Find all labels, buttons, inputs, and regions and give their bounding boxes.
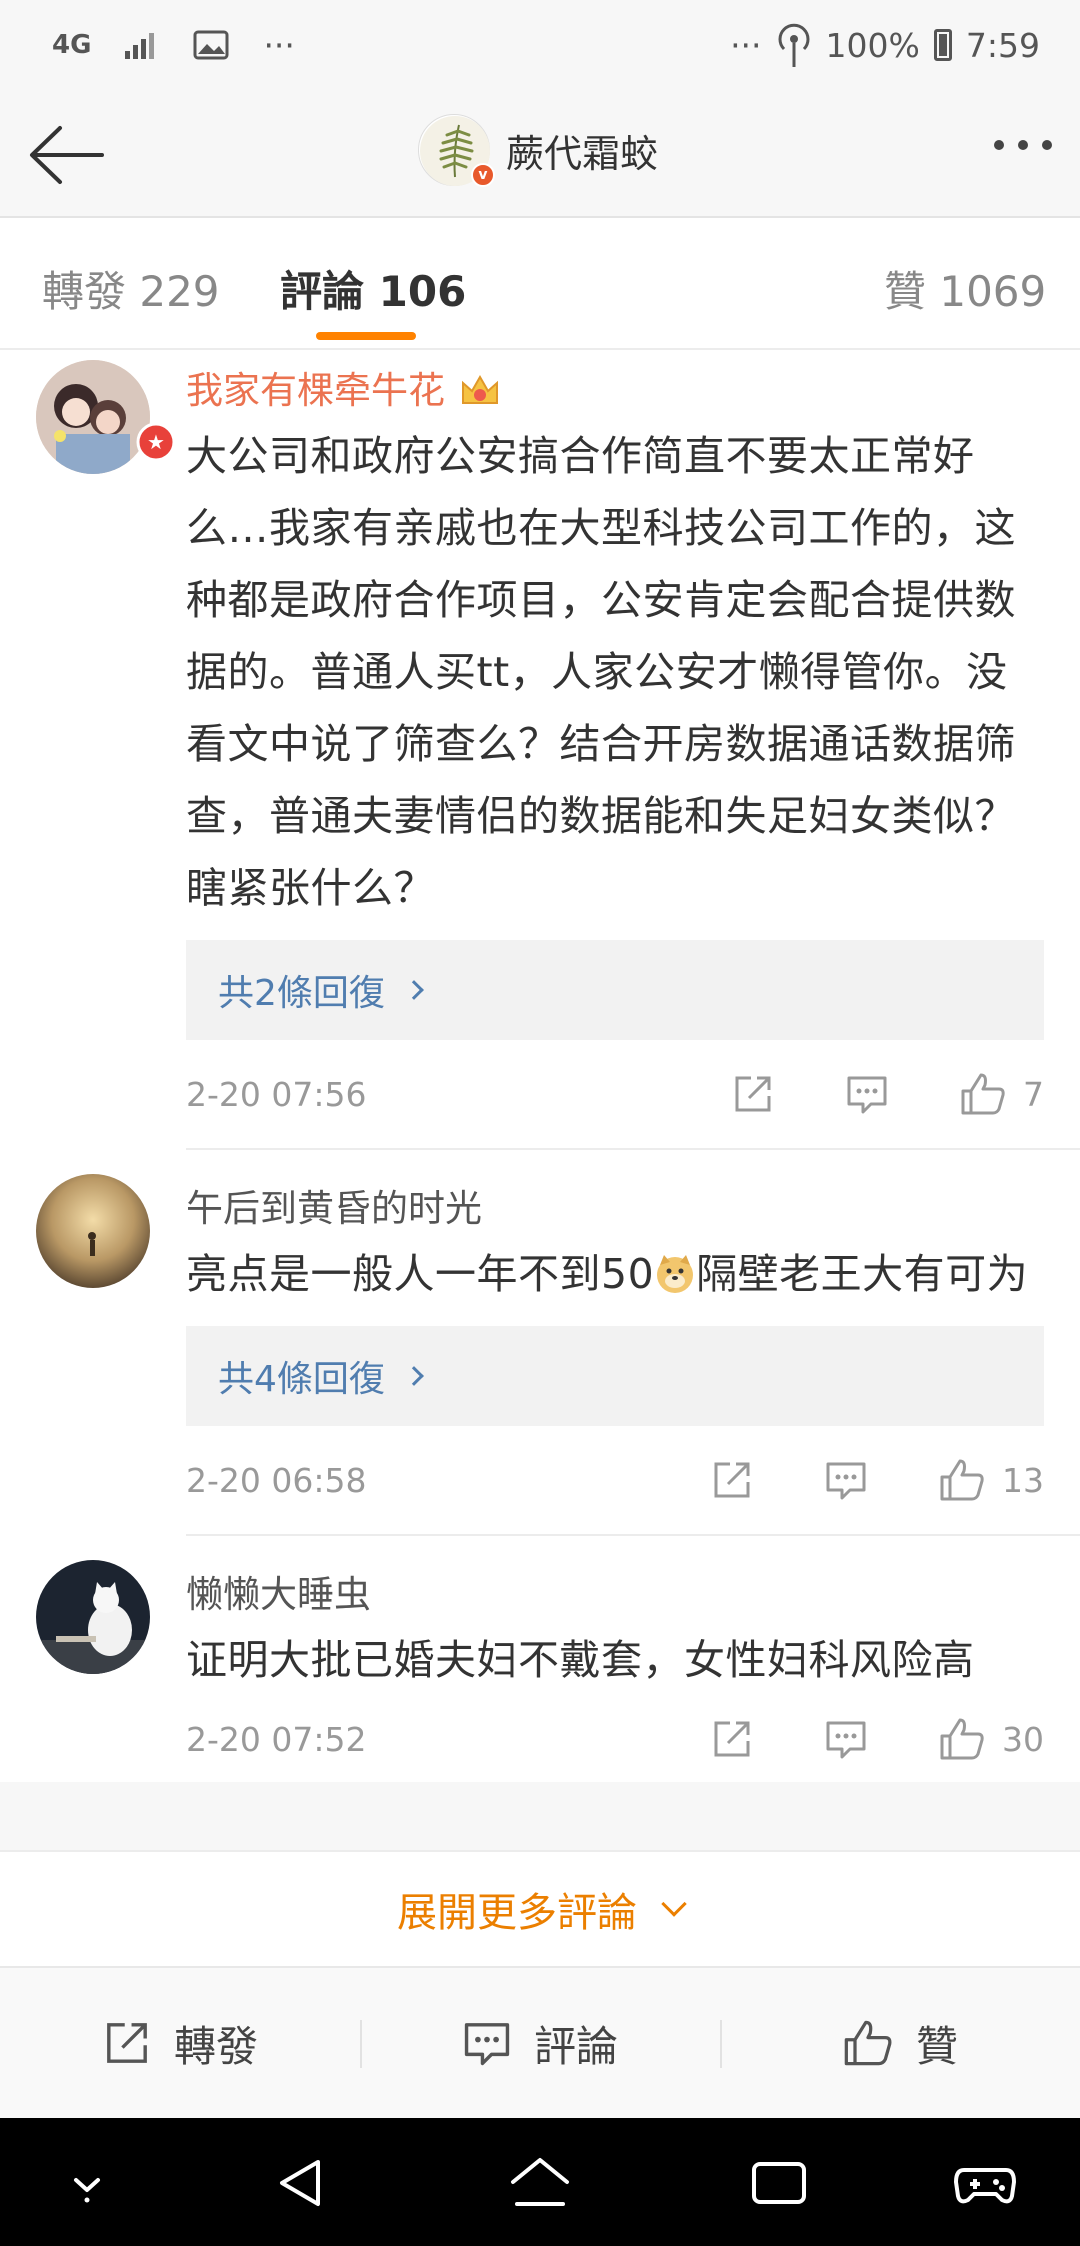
recents-nav-icon[interactable]	[744, 2148, 814, 2218]
header-profile[interactable]: v 蕨代霜蛟	[418, 114, 659, 187]
comment-icon	[464, 2023, 510, 2066]
comment-text: 亮点是一般人一年不到50 隔壁老王大有可为	[186, 1238, 1042, 1310]
expand-more-comments-button[interactable]: 展開更多評論	[0, 1850, 1080, 1966]
network-type: 4G	[52, 30, 92, 60]
vip-crown-icon	[462, 374, 499, 404]
like-button[interactable]: 13	[938, 1457, 1044, 1503]
comment-text-part: 亮点是一般人一年不到50	[186, 1250, 655, 1298]
cat-avatar-icon	[36, 1560, 150, 1674]
comment-button[interactable]: 評論	[360, 1968, 720, 2118]
doge-emoji	[657, 1255, 694, 1293]
comment-time: 2-20 07:52	[186, 1719, 367, 1759]
share-icon	[107, 2023, 147, 2063]
replies-link[interactable]: 共4條回復	[186, 1326, 1044, 1426]
like-count: 13	[1002, 1460, 1044, 1500]
hotspot-icon	[778, 23, 810, 67]
back-nav-icon[interactable]	[266, 2148, 336, 2218]
comment-username[interactable]: 懒懒大睡虫	[186, 1573, 371, 1616]
reply-icon[interactable]	[824, 1458, 868, 1502]
status-more: ···	[263, 25, 295, 65]
header-avatar[interactable]: v	[418, 114, 495, 187]
page-title: 蕨代霜蛟	[506, 131, 659, 176]
active-tab-indicator	[316, 332, 416, 340]
expand-label: 展開更多評論	[397, 1890, 637, 1936]
svg-text:★: ★	[147, 430, 165, 454]
comment-username[interactable]: 我家有棵牵牛花	[186, 369, 445, 412]
reply-icon[interactable]	[824, 1717, 868, 1761]
comment-text: 证明大批已婚夫妇不戴套，女性妇科风险高	[186, 1636, 975, 1684]
top-header: v 蕨代霜蛟	[0, 90, 1080, 218]
user-avatar[interactable]	[36, 360, 150, 474]
comment-list: ★ 我家有棵牵牛花 大公司和政府公安搞合作简直不要太正常好么…我家有亲戚也在大型…	[0, 350, 1080, 1782]
game-controller-icon[interactable]	[950, 2148, 1020, 2218]
comment-time: 2-20 06:58	[186, 1460, 367, 1500]
tab-likes[interactable]: 贊 1069	[884, 258, 1046, 319]
replies-label: 共2條回復	[218, 973, 385, 1014]
comment-text-part: 隔壁老王大有可为	[696, 1250, 1029, 1298]
like-button[interactable]: 7	[959, 1071, 1044, 1117]
thumbs-up-icon	[940, 1718, 984, 1760]
more-dots-icon[interactable]	[994, 140, 1052, 150]
replies-link[interactable]: 共2條回復	[186, 940, 1044, 1040]
verified-badge-icon: v	[471, 163, 495, 187]
like-button[interactable]: 30	[938, 1716, 1044, 1762]
tab-repost[interactable]: 轉發 229	[42, 258, 220, 319]
tab-bar: 轉發 229 評論 106 贊 1069	[0, 218, 1080, 350]
bottom-action-bar: 轉發 評論 贊	[0, 1966, 1080, 2118]
thumbs-up-icon	[940, 1459, 984, 1501]
image-icon	[193, 30, 229, 60]
like-label: 贊	[915, 2021, 958, 2071]
back-arrow-icon[interactable]	[26, 122, 106, 188]
repost-label: 轉發	[173, 2021, 258, 2071]
comment-item: 懒懒大睡虫 证明大批已婚夫妇不戴套，女性妇科风险高 2-20 07:52 30	[36, 1536, 1080, 1782]
comment-username[interactable]: 午后到黄昏的时光	[186, 1187, 482, 1230]
share-icon[interactable]	[710, 1717, 754, 1761]
like-count: 30	[1002, 1719, 1044, 1759]
battery-icon	[933, 29, 952, 61]
battery-percent: 100%	[825, 25, 920, 65]
chevron-down-icon	[661, 1891, 687, 1917]
repost-button[interactable]: 轉發	[0, 1968, 360, 2118]
like-post-button[interactable]: 贊	[720, 1968, 1080, 2118]
comment-text: 大公司和政府公安搞合作简直不要太正常好么…我家有亲戚也在大型科技公司工作的，这种…	[186, 432, 1016, 912]
replies-label: 共4條回復	[218, 1359, 385, 1400]
status-bar: 4G ··· ··· 100% 7:59	[0, 0, 1080, 90]
comment-label: 評論	[533, 2021, 618, 2071]
signal-icon	[125, 33, 155, 59]
user-avatar[interactable]	[36, 1560, 150, 1674]
comment-item: ★ 我家有棵牵牛花 大公司和政府公安搞合作简直不要太正常好么…我家有亲戚也在大型…	[36, 350, 1080, 1150]
comment-meta: 2-20 07:56 7	[186, 1040, 1080, 1148]
comment-actions: 30	[640, 1696, 1044, 1782]
anime-avatar-icon	[36, 360, 150, 474]
home-nav-icon[interactable]	[505, 2148, 575, 2218]
clock: 7:59	[965, 25, 1040, 65]
member-badge-icon: ★	[136, 422, 176, 462]
comment-item: 午后到黄昏的时光 亮点是一般人一年不到50 隔壁老王大有可为 共4條回復 2-2…	[36, 1150, 1080, 1536]
comment-actions: 7	[661, 1040, 1044, 1148]
hide-keyboard-icon[interactable]	[52, 2148, 122, 2218]
comment-meta: 2-20 06:58 13	[186, 1426, 1080, 1534]
chevron-right-icon	[404, 1366, 424, 1386]
status-more-right: ···	[730, 25, 762, 65]
user-avatar[interactable]	[36, 1174, 150, 1288]
corridor-photo-avatar-icon	[36, 1174, 150, 1288]
chevron-right-icon	[404, 980, 424, 1000]
like-count: 7	[1023, 1074, 1044, 1114]
share-icon[interactable]	[710, 1458, 754, 1502]
tab-comments[interactable]: 評論 106	[280, 258, 466, 319]
thumbs-up-icon	[844, 2020, 892, 2066]
share-icon[interactable]	[731, 1072, 775, 1116]
system-nav-bar	[0, 2118, 1080, 2246]
comment-time: 2-20 07:56	[186, 1074, 367, 1114]
comment-actions: 13	[640, 1426, 1044, 1534]
thumbs-up-icon	[961, 1073, 1005, 1115]
reply-icon[interactable]	[845, 1072, 889, 1116]
comment-meta: 2-20 07:52 30	[186, 1696, 1080, 1782]
